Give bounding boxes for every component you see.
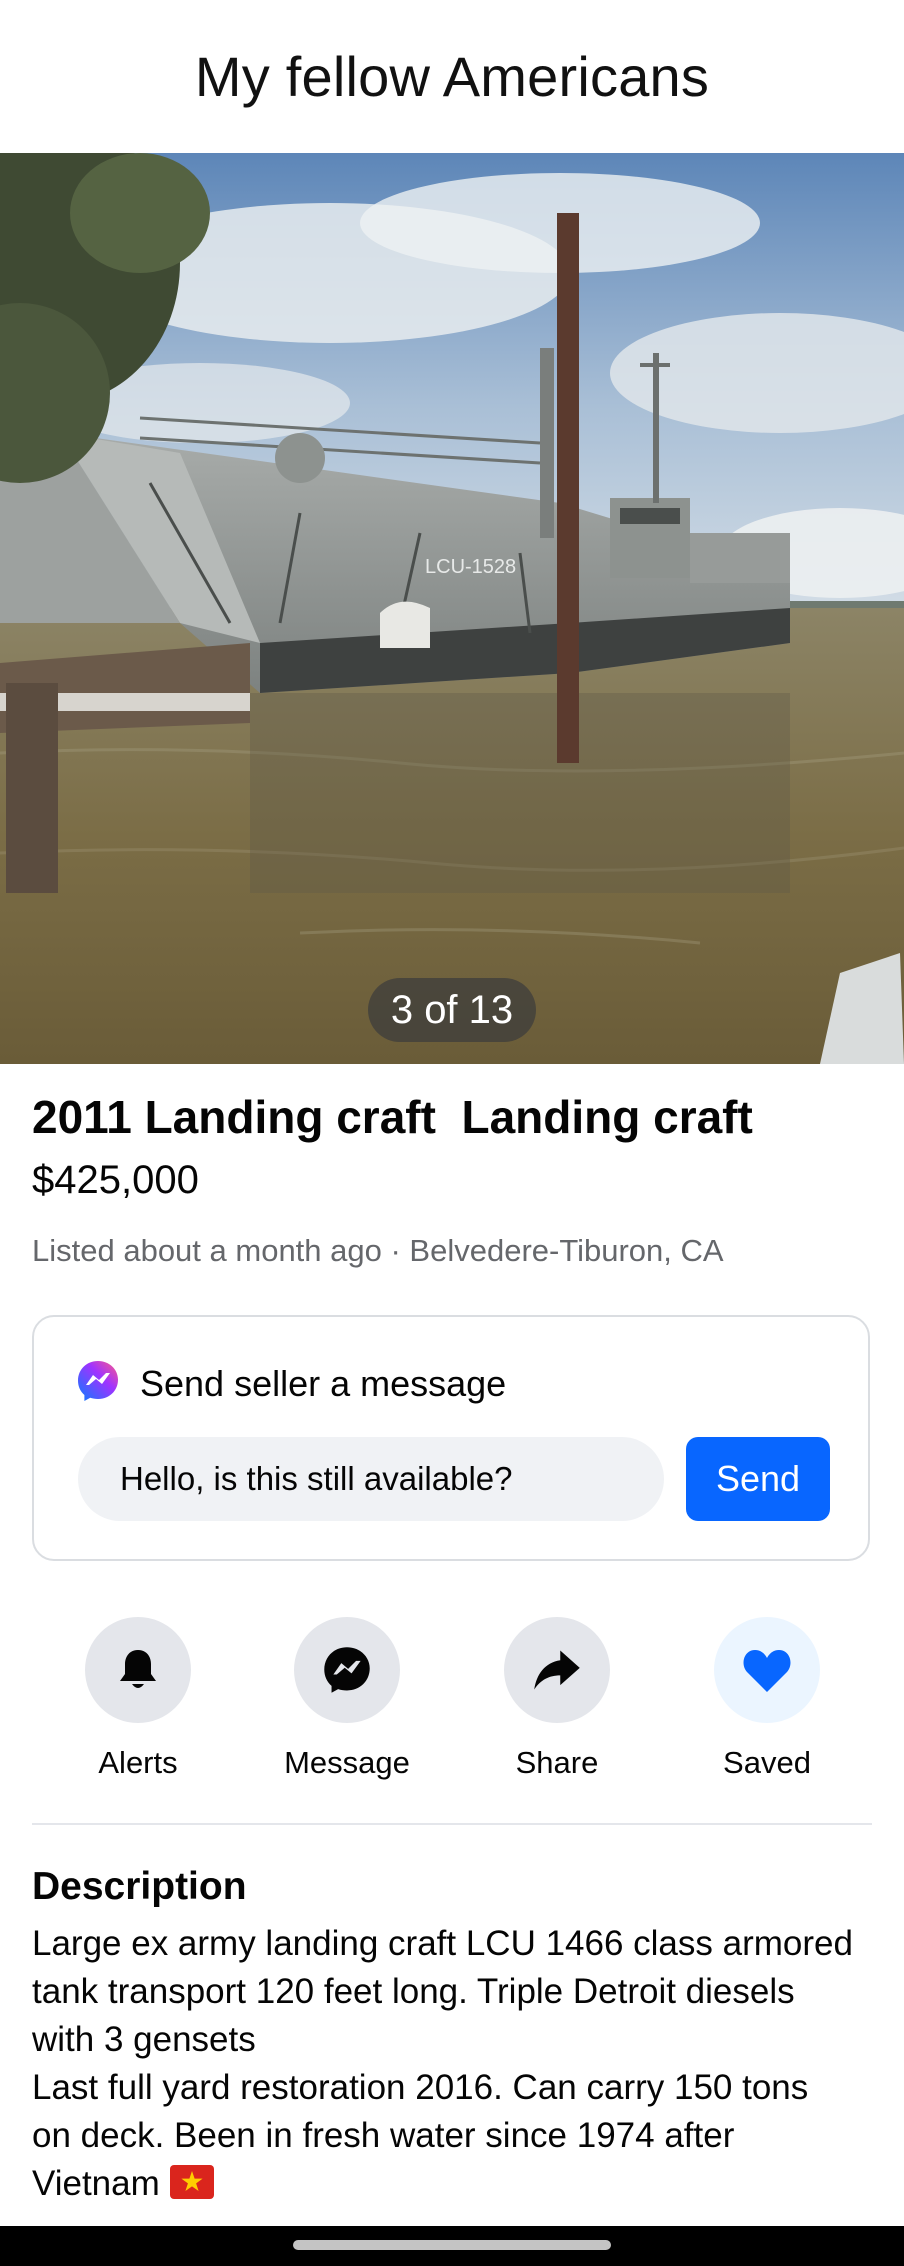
description-line-text: Vietnam: [32, 2164, 160, 2203]
message-input[interactable]: [78, 1437, 664, 1521]
listing-photo[interactable]: LCU-1528: [0, 153, 904, 1064]
description-line: on deck. Been in fresh water since 1974 …: [32, 2116, 735, 2155]
page-header: My fellow Americans: [0, 0, 904, 153]
message-card-header: Send seller a message: [76, 1359, 506, 1408]
share-button[interactable]: Share: [467, 1617, 647, 1781]
listing-price: $425,000: [32, 1158, 199, 1202]
message-seller-card: Send seller a message Send: [32, 1315, 870, 1561]
description-line: Last full yard restoration 2016. Can car…: [32, 2068, 809, 2107]
description-heading: Description: [32, 1865, 247, 1908]
saved-button[interactable]: Saved: [677, 1617, 857, 1781]
alerts-icon-circle[interactable]: [85, 1617, 191, 1723]
saved-label: Saved: [723, 1745, 811, 1780]
saved-icon-circle[interactable]: [714, 1617, 820, 1723]
description-line: Large ex army landing craft LCU 1466 cla…: [32, 1924, 853, 1963]
send-button[interactable]: Send: [686, 1437, 830, 1521]
share-icon-circle[interactable]: [504, 1617, 610, 1723]
vietnam-flag-icon: [169, 2164, 214, 2212]
hull-marking: LCU-1528: [425, 556, 516, 578]
alerts-label: Alerts: [98, 1745, 178, 1780]
home-gesture-handle[interactable]: [293, 2240, 611, 2250]
heart-icon: [743, 1650, 791, 1692]
description-body: Large ex army landing craft LCU 1466 cla…: [32, 1920, 892, 2212]
photo-counter: 3 of 13: [368, 978, 536, 1042]
messenger-icon: [76, 1359, 120, 1408]
description-line-last: Vietnam: [32, 2160, 892, 2212]
message-button[interactable]: Message: [257, 1617, 437, 1781]
message-card-heading: Send seller a message: [140, 1362, 507, 1404]
description-line: tank transport 120 feet long. Triple Det…: [32, 1972, 795, 2011]
listing-title: 2011 Landing craft Landing craft: [32, 1091, 753, 1143]
bell-icon: [120, 1650, 156, 1688]
listing-meta: Listed about a month ago · Belvedere-Tib…: [32, 1233, 724, 1268]
share-arrow-icon: [534, 1650, 580, 1690]
section-divider: [32, 1823, 872, 1825]
message-icon-circle[interactable]: [294, 1617, 400, 1723]
alerts-button[interactable]: Alerts: [48, 1617, 228, 1781]
page-title: My fellow Americans: [194, 45, 710, 108]
landing-craft-photo: LCU-1528: [0, 153, 904, 1064]
share-label: Share: [515, 1745, 599, 1780]
system-nav-bar: [0, 2226, 904, 2266]
message-label: Message: [284, 1745, 410, 1780]
description-line: with 3 gensets: [32, 2020, 256, 2059]
messenger-icon: [324, 1647, 370, 1693]
